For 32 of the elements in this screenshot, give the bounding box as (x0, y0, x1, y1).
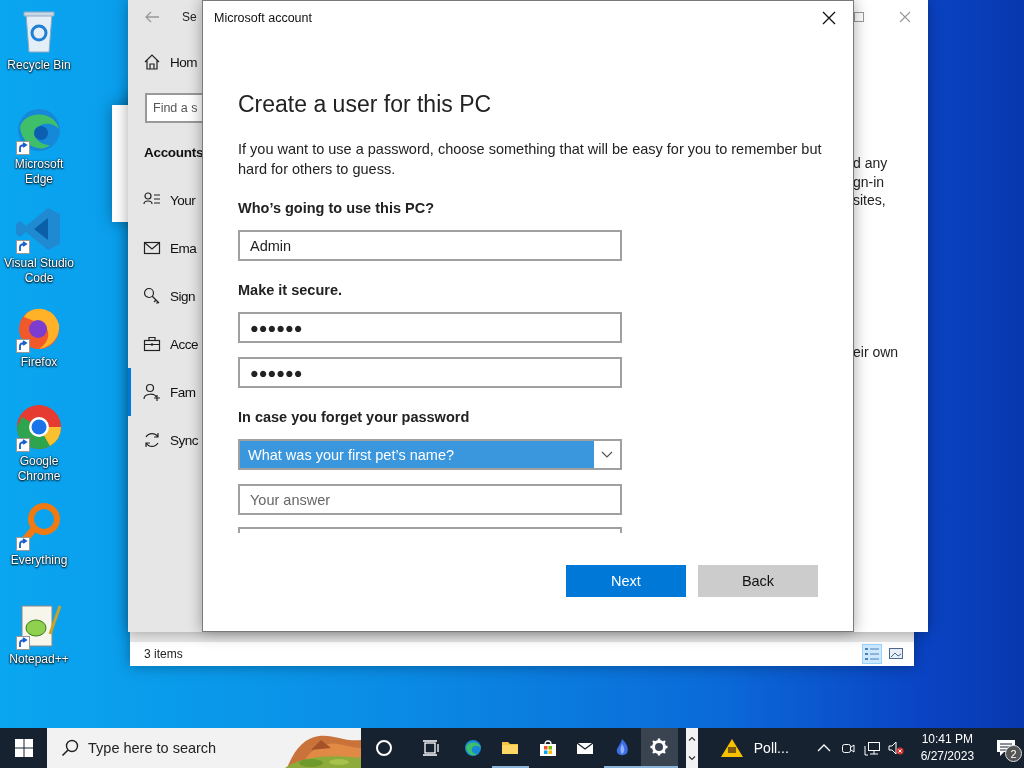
nav-item[interactable]: Sign (128, 272, 202, 320)
input-field[interactable]: ●●●●●● (238, 312, 622, 343)
input-field[interactable]: Admin (238, 230, 622, 261)
search-field[interactable]: Find a s (145, 93, 202, 123)
field-label: In case you forget your password (238, 408, 471, 427)
body-text: d any (853, 154, 889, 173)
clock-date[interactable]: 6/27/2023 (918, 748, 977, 765)
window-title: Se (182, 10, 197, 24)
field-label: Make it secure. (238, 281, 343, 300)
body-text: sites, (853, 191, 887, 210)
input-field[interactable]: ●●●●●● (238, 357, 622, 388)
next-button[interactable]: Next (566, 565, 686, 597)
nav-item[interactable]: Acce (128, 320, 202, 368)
app-label[interactable]: Poll... (753, 740, 789, 756)
status-text: 3 items (144, 647, 183, 661)
back-button[interactable]: Back (698, 565, 818, 597)
nav-item[interactable]: Ema (128, 224, 202, 272)
input-field[interactable]: Your answer (238, 484, 622, 515)
nav-item[interactable]: Your (128, 176, 202, 224)
nav-item[interactable]: Hom (128, 38, 202, 86)
body-text: gn-in (853, 172, 886, 191)
body-text: eir own (853, 342, 900, 361)
nav-item[interactable]: Sync (128, 416, 202, 464)
dialog-title: Microsoft account (214, 10, 312, 25)
field-label: Who’s going to use this PC? (238, 199, 435, 218)
instruction-text: If you want to use a password, choose something that will be easy for you to remember but hard for others to guess. (238, 140, 823, 179)
search-field[interactable]: Type here to search (47, 728, 361, 768)
notification-badge: 2 (1005, 745, 1023, 762)
nav-item[interactable]: Fam (128, 368, 202, 416)
clock-time[interactable]: 10:41 PM (918, 731, 977, 748)
dialog-heading: Create a user for this PC (238, 90, 493, 118)
section-heading: Accounts (144, 145, 204, 160)
